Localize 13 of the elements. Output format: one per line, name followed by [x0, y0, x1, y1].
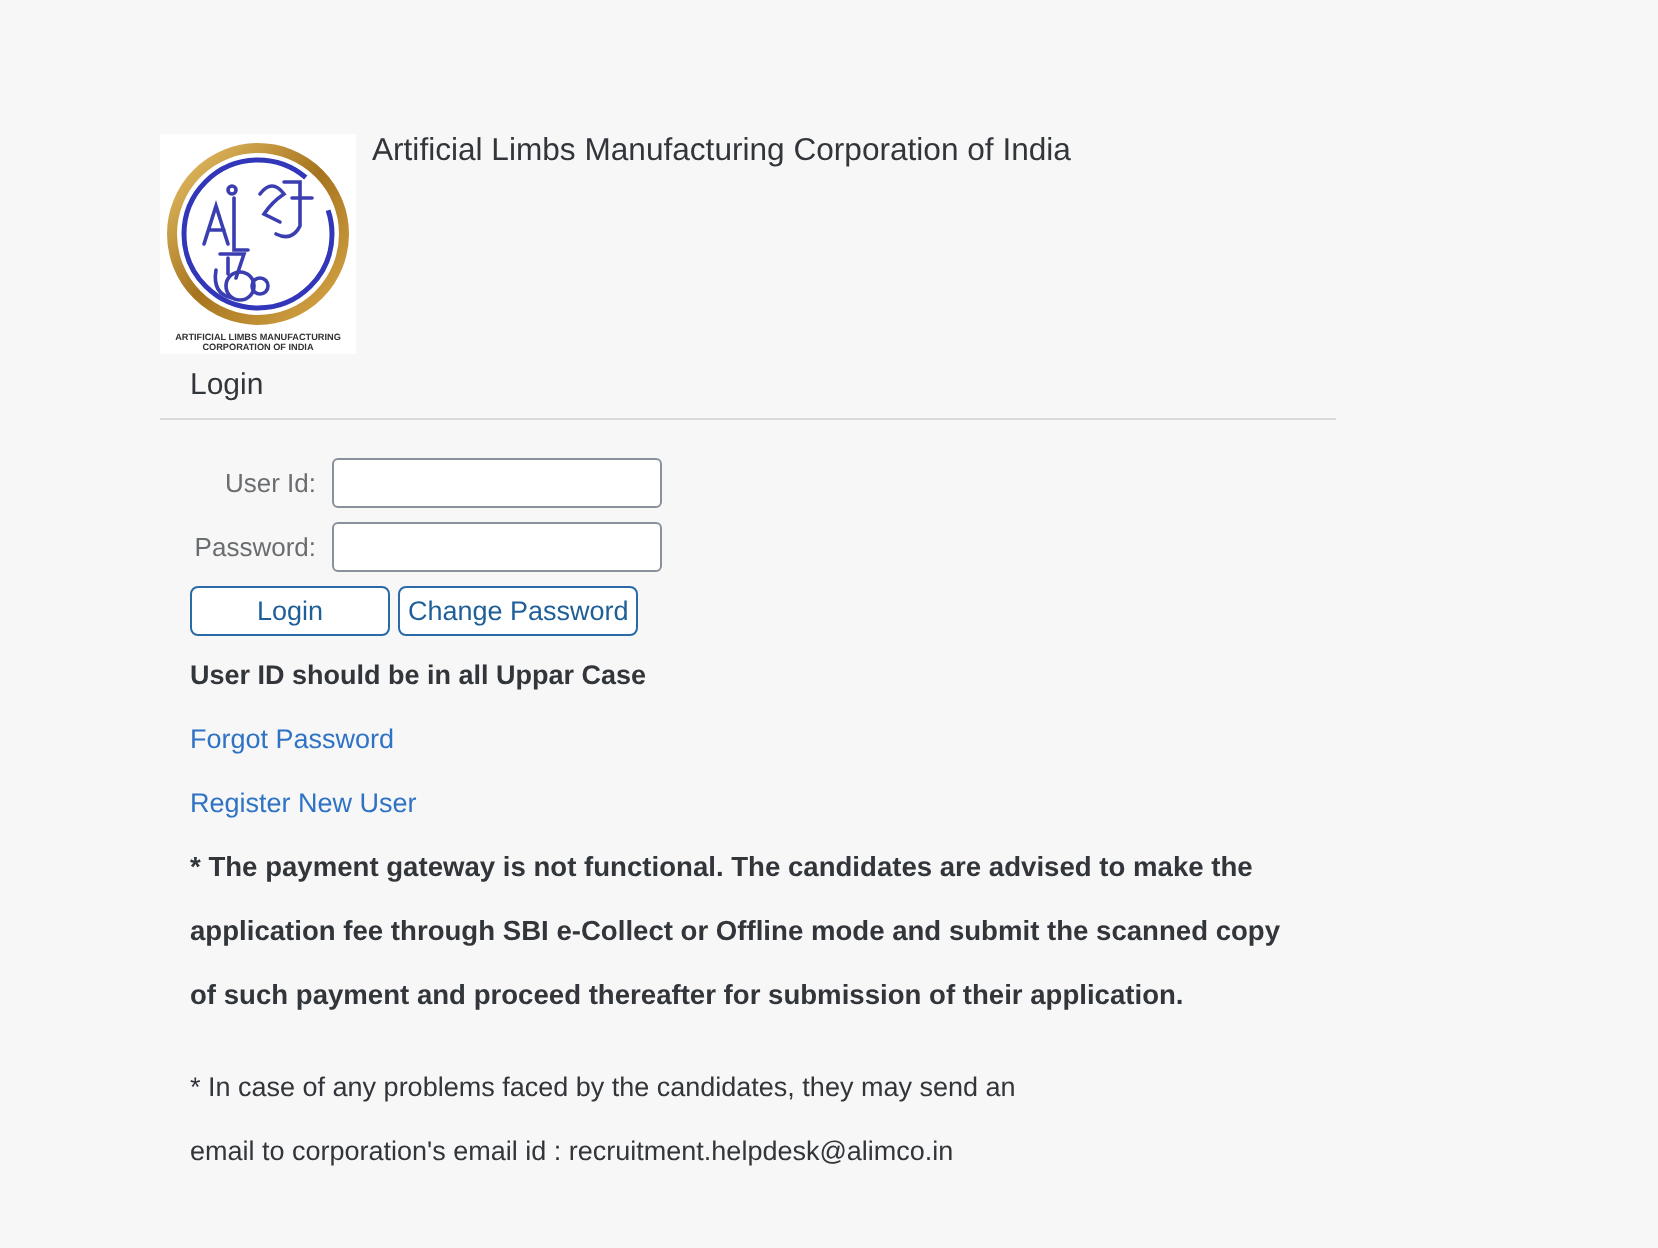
case-notice: User ID should be in all Uppar Case: [190, 658, 647, 694]
password-field[interactable]: [332, 522, 662, 572]
payment-notice: * The payment gateway is not functional. The candidates are advised to make the application fee through SBI e-Collect or Offline mode and submit the scanned copy of such payment and proceed thereafter for submission of their application.: [190, 850, 1283, 1014]
register-link[interactable]: Register New User: [190, 788, 417, 818]
forgot-password-link[interactable]: Forgot Password: [190, 724, 395, 754]
field-label: Password:: [194, 532, 316, 562]
login-button[interactable]: Login: [190, 586, 390, 636]
organization-title: Artificial Limbs Manufacturing Corporation of India: [372, 134, 1071, 170]
field-label: User Id:: [224, 468, 316, 498]
user-id-field[interactable]: [332, 458, 662, 508]
contact-note: * In case of any problems faced by the candidates, they may send an email to corporation's email id : recruitment.helpdesk@alimco.in: [190, 1070, 1018, 1170]
section-title: Login: [190, 366, 264, 406]
change-password-button[interactable]: Change Password: [398, 586, 639, 636]
